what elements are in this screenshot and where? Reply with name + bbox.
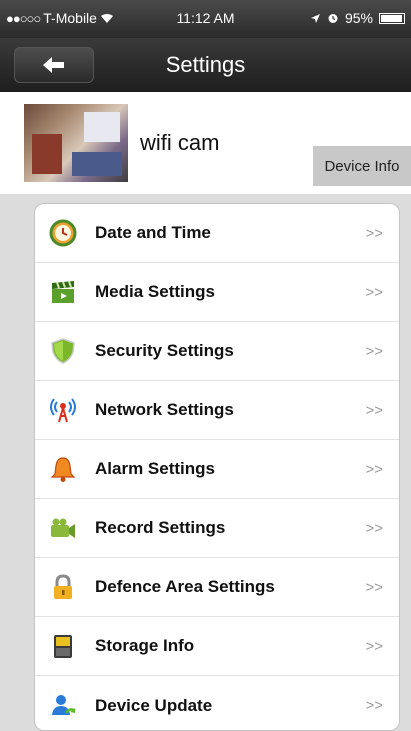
list-item-record-settings[interactable]: Record Settings >> <box>35 499 399 558</box>
status-right-group: 95% <box>310 10 405 26</box>
item-label: Network Settings <box>95 400 234 419</box>
shield-icon <box>51 338 75 364</box>
alarm-clock-icon <box>328 14 338 23</box>
list-item-security-settings[interactable]: Security Settings >> <box>35 322 399 381</box>
chevron-icon: >> <box>365 637 383 655</box>
chevron-icon: >> <box>365 401 383 419</box>
item-label: Device Update <box>95 695 213 715</box>
item-label: Security Settings <box>95 341 234 360</box>
user-update-icon <box>52 695 76 715</box>
bell-icon <box>50 457 76 482</box>
location-arrow-icon <box>310 13 320 23</box>
lock-icon <box>54 574 72 599</box>
item-label: Date and Time <box>95 223 211 242</box>
chevron-icon: >> <box>365 697 383 714</box>
nav-bar: Settings <box>0 38 411 92</box>
list-item-media-settings[interactable]: Media Settings >> <box>35 263 399 322</box>
camcorder-icon <box>51 518 75 538</box>
item-label: Media Settings <box>95 282 215 301</box>
list-item-device-update[interactable]: Device Update >> <box>35 676 399 730</box>
clapperboard-icon <box>52 281 74 303</box>
chevron-icon: >> <box>365 519 383 537</box>
list-item-date-and-time[interactable]: Date and Time >> <box>35 204 399 263</box>
list-item-defence-area-settings[interactable]: Defence Area Settings >> <box>35 558 399 617</box>
item-label: Alarm Settings <box>95 459 215 478</box>
device-header: wifi cam Device Info <box>0 92 411 194</box>
device-info-button[interactable]: Device Info <box>313 146 411 186</box>
chevron-icon: >> <box>365 342 383 360</box>
battery-percent: 95% <box>344 10 373 26</box>
status-bar: ●●○○○ T-Mobile 11:12 AM 95% <box>0 0 411 38</box>
chevron-icon: >> <box>365 283 383 301</box>
battery-icon <box>379 12 405 24</box>
settings-list: Date and Time >> Media Settings >> Secur… <box>34 203 400 731</box>
item-label: Defence Area Settings <box>95 577 275 596</box>
page-title: Settings <box>165 52 246 77</box>
item-label: Record Settings <box>95 518 226 537</box>
antenna-icon <box>50 398 76 423</box>
camera-thumbnail <box>24 104 128 182</box>
list-item-storage-info[interactable]: Storage Info >> <box>35 617 399 676</box>
chevron-icon: >> <box>365 578 383 596</box>
device-name: wifi cam <box>140 130 220 155</box>
list-item-network-settings[interactable]: Network Settings >> <box>35 381 399 440</box>
clock-icon <box>49 219 77 247</box>
sd-card-icon <box>54 635 72 658</box>
list-item-alarm-settings[interactable]: Alarm Settings >> <box>35 440 399 499</box>
chevron-icon: >> <box>365 460 383 478</box>
item-label: Storage Info <box>95 636 195 655</box>
chevron-icon: >> <box>365 224 383 242</box>
